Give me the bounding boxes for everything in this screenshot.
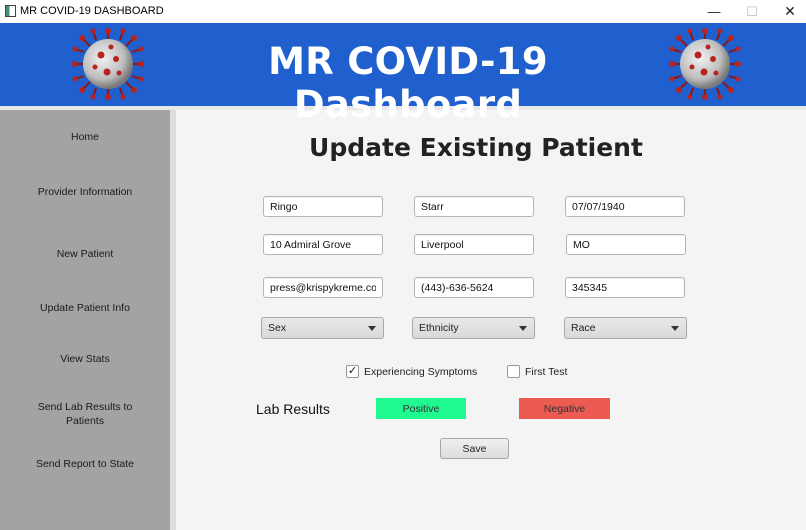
- ethnicity-select[interactable]: Ethnicity: [412, 317, 535, 339]
- positive-button[interactable]: Positive: [376, 398, 466, 419]
- sex-select[interactable]: Sex: [261, 317, 384, 339]
- sidebar: Home Provider Information New Patient Up…: [0, 110, 170, 530]
- city-field[interactable]: [414, 234, 534, 255]
- virus-icon-left: [72, 28, 144, 100]
- window-title: MR COVID-19 DASHBOARD: [20, 5, 164, 17]
- sidebar-item-update-patient-info[interactable]: Update Patient Info: [0, 301, 170, 315]
- minimize-button[interactable]: —: [695, 0, 733, 23]
- symptoms-label: Experiencing Symptoms: [364, 365, 478, 378]
- page-title: Update Existing Patient: [309, 133, 643, 162]
- symptoms-checkbox[interactable]: ✓: [346, 365, 359, 378]
- close-button[interactable]: ✕: [771, 0, 806, 23]
- first-test-checkbox-group[interactable]: First Test: [507, 365, 567, 378]
- app-icon: [5, 5, 16, 17]
- sidebar-divider: [170, 110, 176, 530]
- phone-field[interactable]: [414, 277, 534, 298]
- lab-results-label: Lab Results: [256, 401, 330, 417]
- id-number-field[interactable]: [565, 277, 685, 298]
- symptoms-checkbox-group[interactable]: ✓ Experiencing Symptoms: [346, 365, 477, 378]
- sidebar-item-new-patient[interactable]: New Patient: [0, 247, 170, 261]
- sidebar-item-send-report-to-state[interactable]: Send Report to State: [0, 457, 170, 471]
- chevron-down-icon: [368, 326, 376, 331]
- first-name-field[interactable]: [263, 196, 383, 217]
- sidebar-item-provider-information[interactable]: Provider Information: [0, 185, 170, 199]
- race-select[interactable]: Race: [564, 317, 687, 339]
- ethnicity-select-value: Ethnicity: [419, 322, 459, 334]
- address-field[interactable]: [263, 234, 383, 255]
- sex-select-value: Sex: [268, 322, 287, 334]
- sidebar-item-view-stats[interactable]: View Stats: [0, 352, 170, 366]
- race-select-value: Race: [571, 322, 596, 334]
- last-name-field[interactable]: [414, 196, 534, 217]
- maximize-button[interactable]: ☐: [733, 0, 771, 23]
- first-test-label: First Test: [525, 365, 568, 378]
- chevron-down-icon: [519, 326, 527, 331]
- sidebar-item-home[interactable]: Home: [0, 130, 170, 144]
- virus-icon-right: [669, 28, 741, 100]
- chevron-down-icon: [671, 326, 679, 331]
- app-title: MR COVID-19 Dashboard: [268, 40, 548, 126]
- save-button[interactable]: Save: [440, 438, 509, 459]
- sidebar-item-send-lab-results[interactable]: Send Lab Results to Patients: [0, 400, 170, 428]
- negative-button[interactable]: Negative: [519, 398, 610, 419]
- window-titlebar: MR COVID-19 DASHBOARD — ☐ ✕: [0, 0, 806, 23]
- state-field[interactable]: [566, 234, 686, 255]
- first-test-checkbox[interactable]: [507, 365, 520, 378]
- dob-field[interactable]: [565, 196, 685, 217]
- email-field[interactable]: [263, 277, 383, 298]
